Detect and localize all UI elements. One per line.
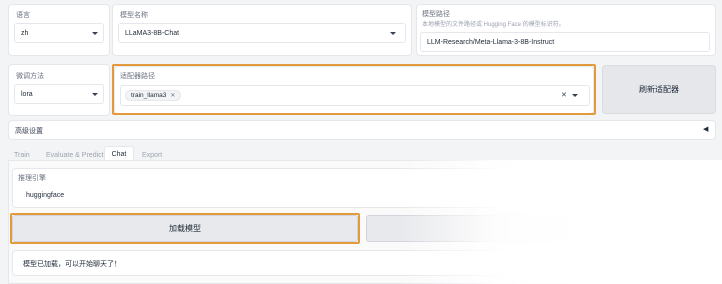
refresh-adapter-label: 刷新适配器 — [639, 85, 679, 94]
status-text: 模型已加载，可以开始聊天了！ — [23, 261, 121, 268]
language-value: zh — [21, 29, 29, 37]
tab-train[interactable]: Train — [14, 152, 30, 159]
model-path-info: 本地模型的文件路径或 Hugging Face 的模型标识符。 — [422, 22, 565, 28]
model-name-value: LLaMA3-8B-Chat — [125, 29, 180, 37]
model-name-label: 模型名称 — [120, 12, 148, 19]
refresh-adapter-button[interactable]: 刷新适配器 — [602, 65, 716, 114]
chevron-down-icon[interactable] — [92, 93, 98, 96]
model-path-value: LLM-Research/Meta-Llama-3-8B-Instruct — [427, 38, 555, 46]
tab-chat-active[interactable]: Chat — [104, 146, 134, 161]
advanced-settings-label: 高级设置 — [15, 128, 43, 135]
finetune-method-dropdown[interactable]: lora — [14, 84, 104, 104]
tab-chat-label: Chat — [111, 150, 127, 158]
advanced-settings-accordion[interactable]: 高级设置 ◀ — [8, 120, 716, 140]
language-dropdown[interactable]: zh — [14, 23, 104, 43]
tab-export[interactable]: Export — [142, 152, 162, 159]
infer-backend-label: 推理引擎 — [18, 175, 46, 182]
chevron-down-icon[interactable] — [92, 32, 98, 35]
model-path-input[interactable]: LLM-Research/Meta-Llama-3-8B-Instruct — [420, 32, 710, 52]
finetune-method-label: 微调方法 — [16, 73, 44, 80]
model-path-label: 模型路径 — [422, 11, 450, 18]
chevron-down-icon[interactable] — [390, 32, 396, 35]
tab-evaluate-predict[interactable]: Evaluate & Predict — [46, 152, 104, 159]
right-fade-overlay — [400, 160, 722, 284]
collapse-arrow-icon[interactable]: ◀ — [703, 125, 708, 133]
load-model-highlight — [10, 213, 360, 244]
language-label: 语言 — [16, 12, 30, 19]
model-name-dropdown[interactable]: LLaMA3-8B-Chat — [118, 23, 406, 43]
infer-backend-value: huggingface — [26, 191, 65, 199]
adapter-path-highlight — [112, 64, 596, 115]
finetune-method-value: lora — [21, 90, 33, 98]
